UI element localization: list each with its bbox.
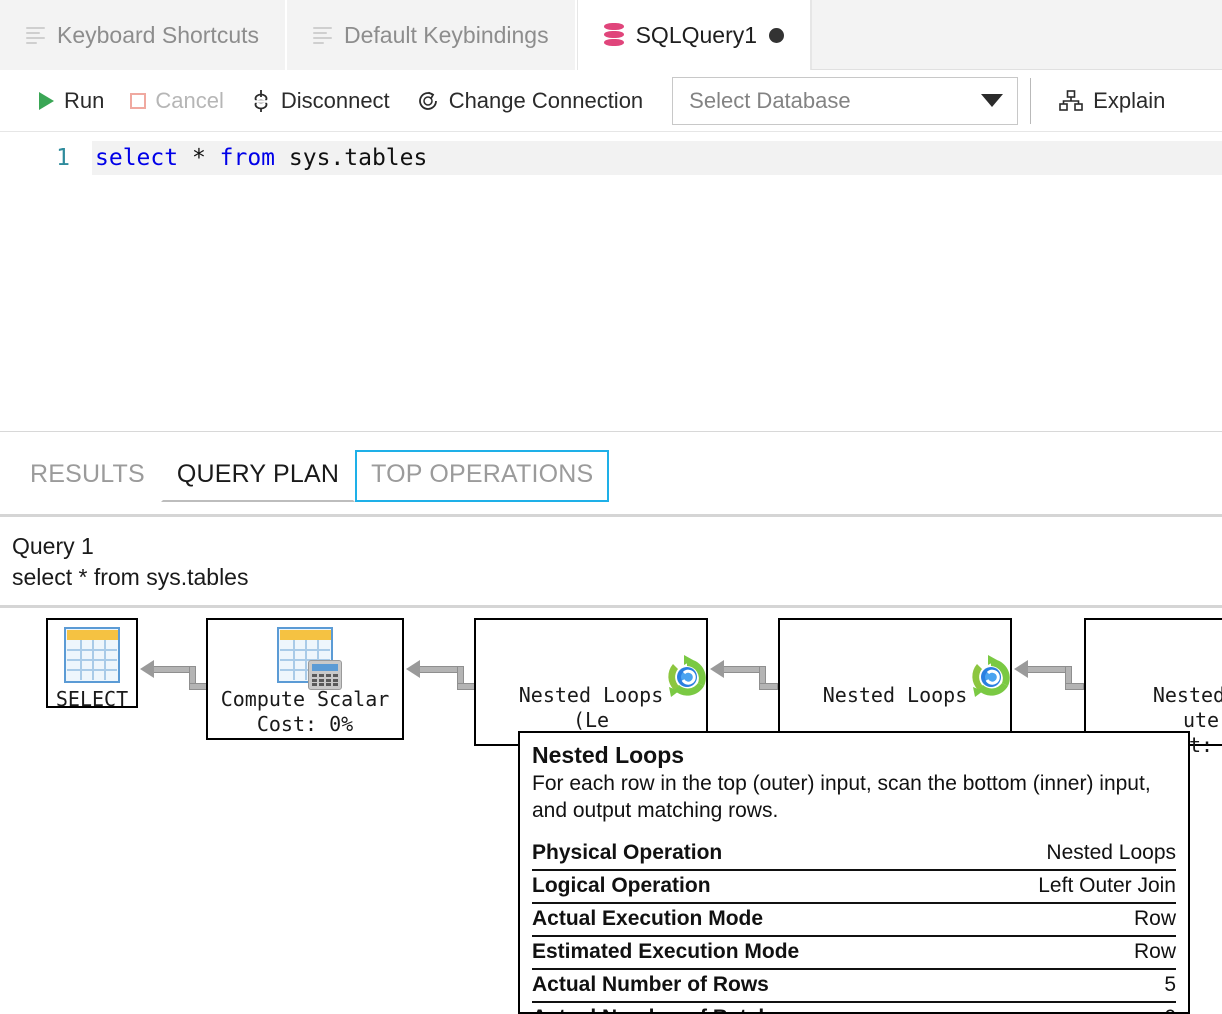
plan-node-cost: t: bbox=[1189, 733, 1213, 758]
plan-connector-4 bbox=[1012, 664, 1084, 698]
plan-connector-3 bbox=[708, 664, 778, 698]
plan-connector-2 bbox=[404, 664, 476, 698]
tab-results-label: RESULTS bbox=[30, 460, 145, 488]
hierarchy-icon bbox=[1058, 89, 1084, 113]
tab-default-keybindings[interactable]: Default Keybindings bbox=[287, 0, 577, 70]
query-toolbar: Run Cancel Disconnect Change Connection … bbox=[0, 70, 1222, 132]
editor-line-1: 1 select * from sys.tables bbox=[0, 141, 1222, 175]
tooltip-description: For each row in the top (outer) input, s… bbox=[532, 770, 1176, 824]
run-label: Run bbox=[64, 88, 104, 114]
database-icon bbox=[604, 23, 624, 47]
tab-results[interactable]: RESULTS bbox=[14, 450, 161, 502]
change-connection-button[interactable]: Change Connection bbox=[403, 79, 656, 123]
property-key: Physical Operation bbox=[532, 838, 957, 870]
plan-node-tooltip: Nested Loops For each row in the top (ou… bbox=[518, 731, 1190, 1014]
property-key: Actual Execution Mode bbox=[532, 903, 957, 936]
table-row: Logical Operation Left Outer Join bbox=[532, 870, 1176, 903]
tab-sqlquery1[interactable]: SQLQuery1 bbox=[577, 0, 811, 70]
results-tab-strip: RESULTS QUERY PLAN TOP OPERATIONS bbox=[0, 432, 1222, 510]
plan-node-compute-scalar[interactable]: Compute Scalar Cost: 0% bbox=[206, 618, 404, 740]
tab-keyboard-shortcuts[interactable]: Keyboard Shortcuts bbox=[0, 0, 287, 70]
table-row: Physical Operation Nested Loops bbox=[532, 838, 1176, 870]
disconnect-icon bbox=[250, 88, 272, 114]
tab-label: Default Keybindings bbox=[344, 22, 549, 49]
table-calculator-icon bbox=[277, 627, 333, 683]
cancel-button[interactable]: Cancel bbox=[117, 79, 236, 123]
nested-loops-icon bbox=[564, 627, 618, 679]
database-select-value: Select Database bbox=[689, 88, 850, 114]
query-plan-header: Query 1 select * from sys.tables bbox=[0, 517, 1222, 605]
tab-bar-empty-space bbox=[811, 0, 1222, 69]
property-key: Estimated Execution Mode bbox=[532, 936, 957, 969]
database-select[interactable]: Select Database bbox=[672, 77, 1018, 125]
disconnect-button[interactable]: Disconnect bbox=[237, 79, 403, 123]
property-value: Row bbox=[957, 936, 1176, 969]
unsaved-changes-dot-icon[interactable] bbox=[769, 28, 784, 43]
list-icon bbox=[26, 27, 45, 44]
tooltip-properties-table: Physical Operation Nested Loops Logical … bbox=[532, 838, 1176, 1014]
play-icon bbox=[39, 92, 54, 110]
property-value: Left Outer Join bbox=[957, 870, 1176, 903]
editor-code-text[interactable]: select * from sys.tables bbox=[92, 141, 1222, 175]
chevron-down-icon bbox=[981, 94, 1003, 107]
tab-query-plan-label: QUERY PLAN bbox=[177, 460, 339, 488]
sql-object-name: sys.tables bbox=[275, 145, 427, 171]
query-statement-text: select * from sys.tables bbox=[12, 562, 1210, 593]
nested-loops-icon bbox=[1174, 627, 1222, 679]
list-icon bbox=[313, 27, 332, 44]
property-key: Actual Number of Rows bbox=[532, 969, 957, 1002]
tab-label: SQLQuery1 bbox=[636, 22, 757, 49]
table-row: Estimated Execution Mode Row bbox=[532, 936, 1176, 969]
property-value: Row bbox=[957, 903, 1176, 936]
tooltip-title: Nested Loops bbox=[532, 742, 1176, 769]
table-icon bbox=[64, 627, 120, 683]
table-row: Actual Number of Rows 5 bbox=[532, 969, 1176, 1002]
property-value: 0 bbox=[957, 1002, 1176, 1014]
toolbar-separator bbox=[1030, 78, 1031, 124]
property-value: Nested Loops bbox=[957, 838, 1176, 870]
sql-editor[interactable]: 1 select * from sys.tables bbox=[0, 132, 1222, 432]
table-row: Actual Number of Batches 0 bbox=[532, 1002, 1176, 1014]
sql-keyword-select: select bbox=[95, 145, 178, 171]
editor-tab-bar: Keyboard Shortcuts Default Keybindings S… bbox=[0, 0, 1222, 70]
table-row: Actual Execution Mode Row bbox=[532, 903, 1176, 936]
explain-button[interactable]: Explain bbox=[1045, 79, 1178, 123]
sql-keyword-from: from bbox=[220, 145, 275, 171]
sql-star: * bbox=[178, 145, 220, 171]
tab-top-operations[interactable]: TOP OPERATIONS bbox=[355, 450, 609, 502]
property-value: 5 bbox=[957, 969, 1176, 1002]
change-connection-label: Change Connection bbox=[449, 88, 643, 114]
plan-node-nested-loops-1[interactable]: Nested Loops (Le bbox=[474, 618, 708, 746]
query-title: Query 1 bbox=[12, 531, 1210, 562]
tab-label: Keyboard Shortcuts bbox=[57, 22, 259, 49]
property-key: Logical Operation bbox=[532, 870, 957, 903]
line-number: 1 bbox=[0, 141, 92, 175]
nested-loops-icon bbox=[868, 627, 922, 679]
calculator-icon bbox=[308, 660, 342, 690]
plan-node-select[interactable]: SELECT bbox=[46, 618, 138, 708]
disconnect-label: Disconnect bbox=[281, 88, 390, 114]
plan-node-nested-loops-2[interactable]: Nested Loops bbox=[778, 618, 1012, 746]
refresh-connection-icon bbox=[416, 89, 440, 113]
stop-icon bbox=[130, 93, 146, 109]
cancel-label: Cancel bbox=[155, 88, 223, 114]
plan-node-nested-loops-3[interactable]: Nested L ute t: bbox=[1084, 618, 1222, 746]
explain-label: Explain bbox=[1093, 88, 1165, 114]
property-key: Actual Number of Batches bbox=[532, 1002, 957, 1014]
tab-query-plan[interactable]: QUERY PLAN bbox=[161, 450, 355, 502]
tab-top-operations-label: TOP OPERATIONS bbox=[371, 460, 593, 488]
run-button[interactable]: Run bbox=[26, 79, 117, 123]
plan-connector-1 bbox=[138, 664, 208, 698]
